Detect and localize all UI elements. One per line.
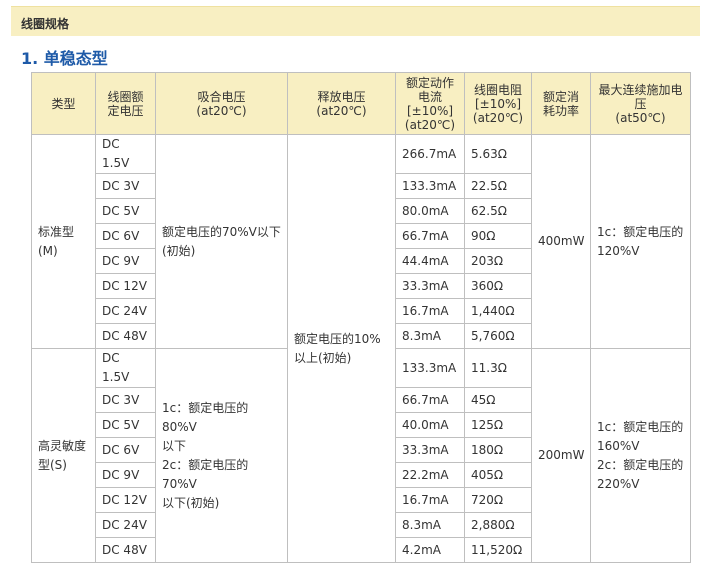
- resistance-cell: 180Ω: [464, 437, 532, 463]
- current-cell: 8.3mA: [395, 512, 465, 538]
- voltage-cell: DC 48V: [95, 537, 156, 563]
- resistance-cell: 2,880Ω: [464, 512, 532, 538]
- header-type: 类型: [31, 72, 96, 135]
- current-cell: 16.7mA: [395, 487, 465, 513]
- header-max-voltage: 最大连续施加电 压 (at50℃): [590, 72, 691, 135]
- power-cell-high-sensitivity: 200mW: [531, 348, 591, 563]
- type-cell-high-sensitivity: 高灵敏度 型(S): [31, 348, 96, 563]
- pickup-cell-standard: 额定电压的70%V以下 (初始): [155, 134, 288, 349]
- current-cell: 4.2mA: [395, 537, 465, 563]
- voltage-cell: DC 5V: [95, 198, 156, 224]
- resistance-cell: 405Ω: [464, 462, 532, 488]
- resistance-cell: 62.5Ω: [464, 198, 532, 224]
- current-cell: 22.2mA: [395, 462, 465, 488]
- subtitle-heading: 1. 单稳态型: [21, 49, 108, 68]
- current-cell: 16.7mA: [395, 298, 465, 324]
- voltage-cell: DC 9V: [95, 462, 156, 488]
- voltage-cell: DC 3V: [95, 173, 156, 199]
- voltage-cell: DC 3V: [95, 387, 156, 413]
- resistance-cell: 22.5Ω: [464, 173, 532, 199]
- current-cell: 66.7mA: [395, 387, 465, 413]
- max-voltage-cell-high-sensitivity: 1c：额定电压的 160%V 2c：额定电压的 220%V: [590, 348, 691, 563]
- current-cell: 44.4mA: [395, 248, 465, 274]
- current-cell: 133.3mA: [395, 348, 465, 388]
- resistance-cell: 1,440Ω: [464, 298, 532, 324]
- resistance-cell: 720Ω: [464, 487, 532, 513]
- voltage-cell: DC 24V: [95, 298, 156, 324]
- resistance-cell: 11,520Ω: [464, 537, 532, 563]
- current-cell: 80.0mA: [395, 198, 465, 224]
- resistance-cell: 90Ω: [464, 223, 532, 249]
- voltage-cell: DC 9V: [95, 248, 156, 274]
- voltage-cell: DC 6V: [95, 437, 156, 463]
- current-cell: 33.3mA: [395, 273, 465, 299]
- voltage-cell: DC 24V: [95, 512, 156, 538]
- resistance-cell: 5,760Ω: [464, 323, 532, 349]
- voltage-cell: DC 12V: [95, 487, 156, 513]
- resistance-cell: 203Ω: [464, 248, 532, 274]
- voltage-cell: DC 5V: [95, 412, 156, 438]
- current-cell: 8.3mA: [395, 323, 465, 349]
- current-cell: 33.3mA: [395, 437, 465, 463]
- header-pickup-voltage: 吸合电压 (at20℃): [155, 72, 288, 135]
- header-release-voltage: 释放电压 (at20℃): [287, 72, 396, 135]
- table-header-row: 类型 线圈额 定电压 吸合电压 (at20℃) 释放电压 (at20℃) 额定动…: [31, 72, 691, 135]
- voltage-cell: DC 6V: [95, 223, 156, 249]
- pickup-cell-high-sensitivity: 1c：额定电压的80%V 以下 2c：额定电压的70%V 以下(初始): [155, 348, 288, 563]
- current-cell: 40.0mA: [395, 412, 465, 438]
- section-header-bar: 线圈规格: [11, 6, 700, 36]
- release-voltage-cell: 额定电压的10% 以上(初始): [287, 134, 396, 563]
- current-cell: 133.3mA: [395, 173, 465, 199]
- resistance-cell: 5.63Ω: [464, 134, 532, 174]
- header-power: 额定消 耗功率: [531, 72, 591, 135]
- current-cell: 66.7mA: [395, 223, 465, 249]
- resistance-cell: 11.3Ω: [464, 348, 532, 388]
- voltage-cell: DC 1.5V: [95, 348, 156, 388]
- header-rated-voltage: 线圈额 定电压: [95, 72, 156, 135]
- section-title: 线圈规格: [21, 17, 70, 31]
- current-cell: 266.7mA: [395, 134, 465, 174]
- power-cell-standard: 400mW: [531, 134, 591, 349]
- voltage-cell: DC 1.5V: [95, 134, 156, 174]
- type-cell-standard: 标准型 (M): [31, 134, 96, 349]
- header-coil-resistance: 线圈电阻 [±10%] (at20℃): [464, 72, 532, 135]
- table-row: 标准型 (M) DC 1.5V 额定电压的70%V以下 (初始) 额定电压的10…: [31, 134, 691, 563]
- max-voltage-cell-standard: 1c：额定电压的 120%V: [590, 134, 691, 349]
- resistance-cell: 360Ω: [464, 273, 532, 299]
- coil-spec-table: 类型 线圈额 定电压 吸合电压 (at20℃) 释放电压 (at20℃) 额定动…: [31, 72, 691, 563]
- resistance-cell: 125Ω: [464, 412, 532, 438]
- header-operating-current: 额定动作 电流 [±10%] (at20℃): [395, 72, 465, 135]
- resistance-cell: 45Ω: [464, 387, 532, 413]
- voltage-cell: DC 48V: [95, 323, 156, 349]
- voltage-cell: DC 12V: [95, 273, 156, 299]
